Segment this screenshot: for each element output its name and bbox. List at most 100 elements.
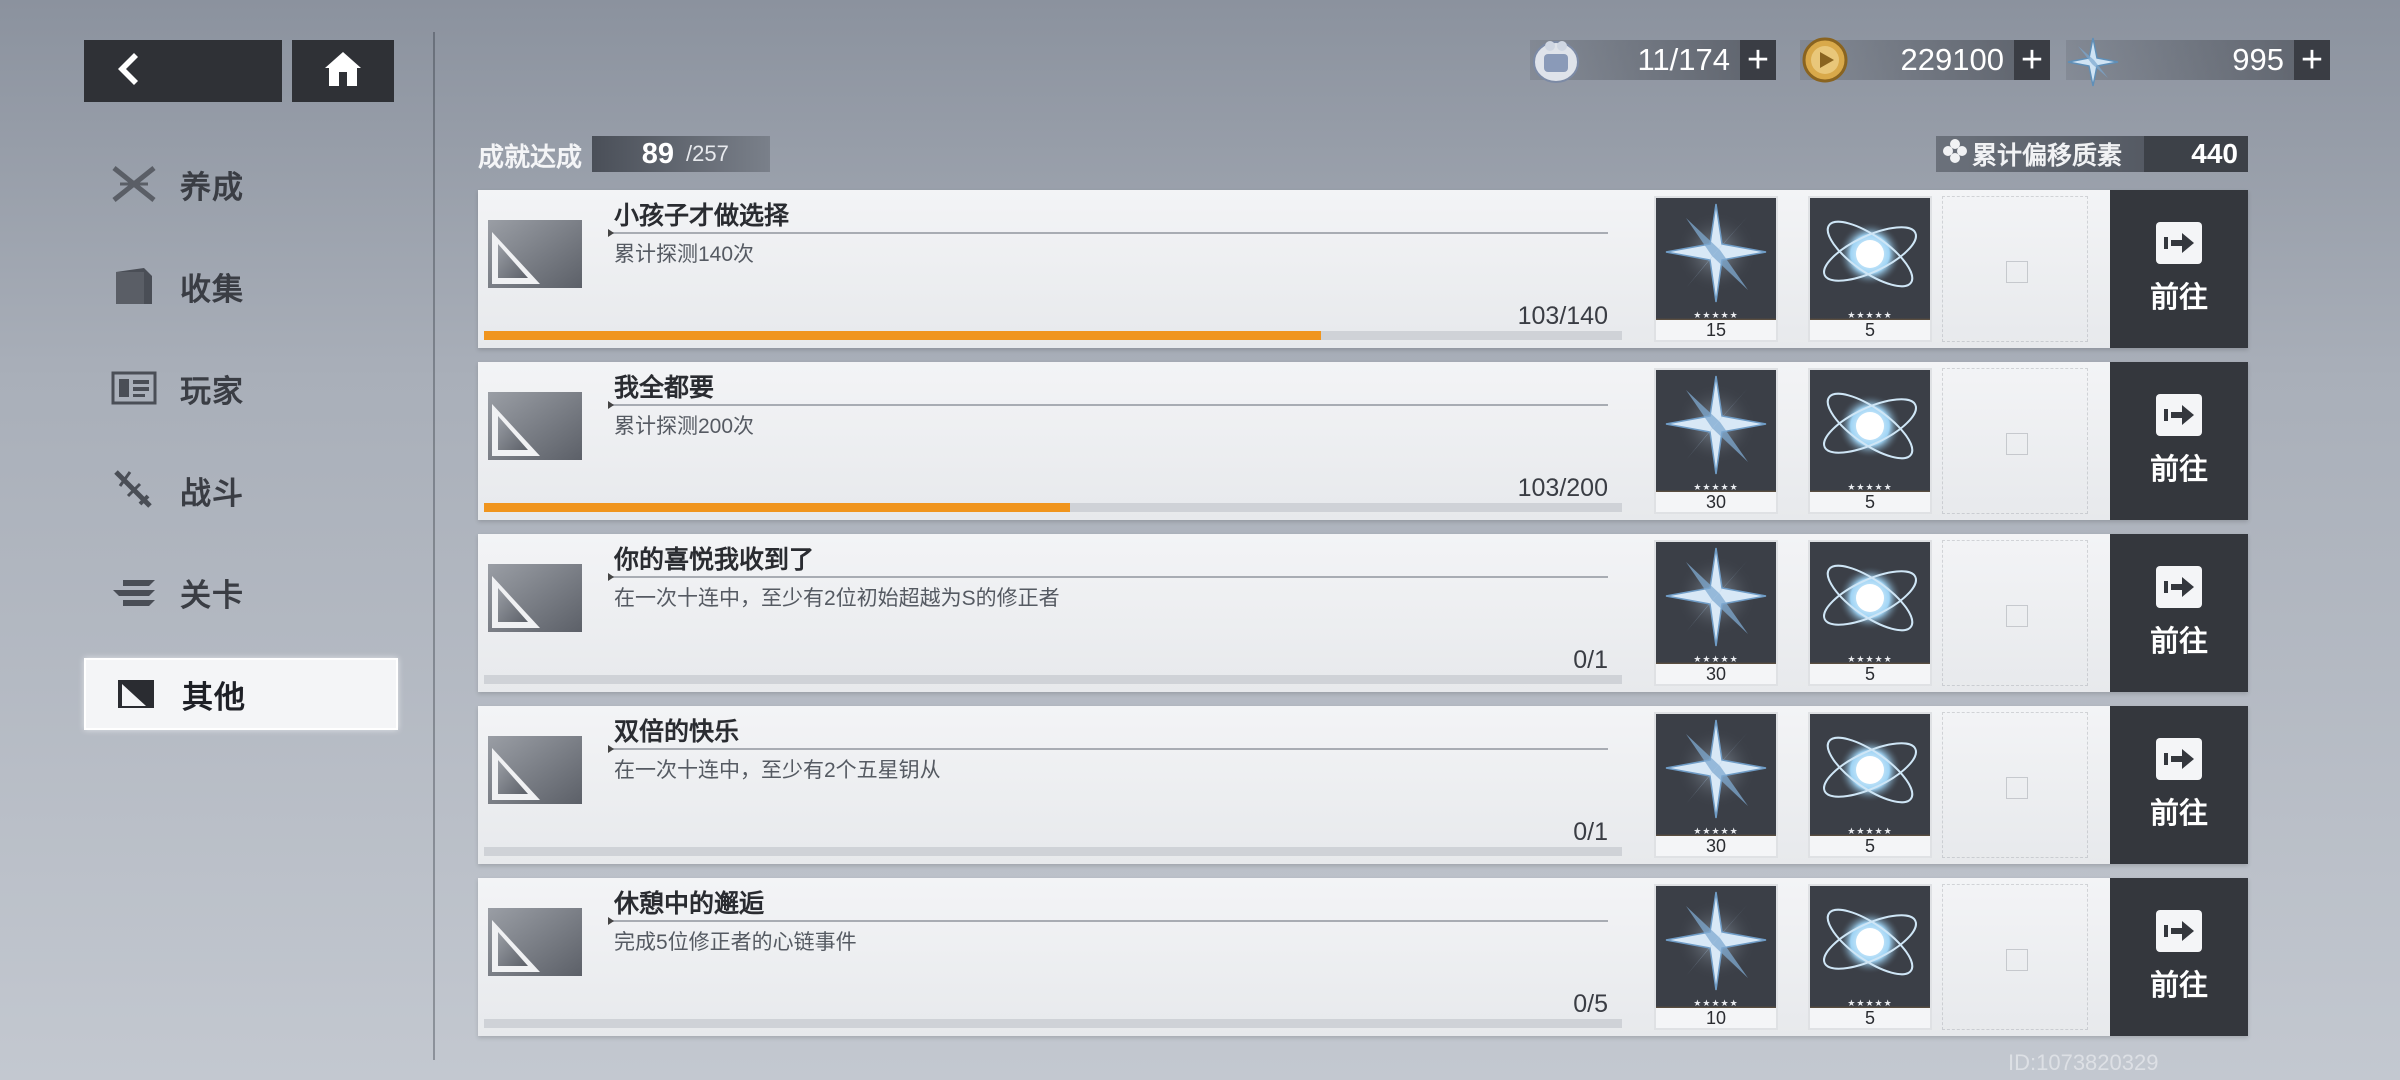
- achievement-row: 休憩中的邂逅 完成5位修正者的心链事件 0/5 ★★★★★ 10 ★★★★★ 5 前往: [478, 878, 2248, 1036]
- empty-reward-slot: [1942, 368, 2088, 514]
- go-button-label: 前往: [2149, 454, 2208, 486]
- offset-value: 440: [2144, 136, 2248, 172]
- coin-resource: 229100 +: [1800, 36, 2050, 84]
- sidebar-item-stage[interactable]: 关卡: [84, 556, 398, 628]
- achievement-desc: 在一次十连中，至少有2位初始超越为S的修正者: [614, 587, 1060, 610]
- progress-text: 103/140: [1517, 302, 1608, 330]
- sidebar: 养成 收集 玩家 战斗 关卡 其他: [84, 148, 398, 760]
- achievement-row: 我全都要累计探测200次 103/200 ★★★★★ 30 ★★★★★ 5 前往: [478, 362, 2248, 520]
- user-id: ID:1073820329: [2008, 1050, 2159, 1075]
- reward-amount: 30: [1656, 492, 1776, 512]
- achievement-count: 89 /257: [592, 136, 770, 172]
- go-button[interactable]: 前往: [2110, 190, 2248, 348]
- achievement-row: 小孩子才做选择 累计探测140次 103/140 ★★★★★ 15 ★★★★★ 5 前往: [478, 190, 2248, 348]
- progress-bar: [484, 675, 1622, 684]
- reward-amount: 5: [1810, 320, 1930, 340]
- sidebar-item-label: 关卡: [180, 577, 244, 613]
- achievement-list: 小孩子才做选择 累计探测140次 103/140 ★★★★★ 15 ★★★★★ 5 前往 我全都…: [478, 190, 2248, 1050]
- sidebar-item-player[interactable]: 玩家: [84, 352, 398, 424]
- reward-orb[interactable]: ★★★★★ 5: [1808, 540, 1932, 686]
- reward-crystal[interactable]: ★★★★★ 30: [1654, 712, 1778, 858]
- achievement-row: 你的喜悦我收到了 在一次十连中，至少有2位初始超越为S的修正者 0/1 ★★★★★ 30…: [478, 534, 2248, 692]
- reward-amount: 15: [1656, 320, 1776, 340]
- achievement-badge-icon: [488, 220, 582, 288]
- reward-amount: 5: [1810, 1008, 1930, 1028]
- achievement-current: 89: [641, 137, 674, 170]
- clover-icon: [1942, 138, 1968, 171]
- arrow-right-icon: [2156, 738, 2202, 780]
- id-card-icon: [108, 362, 160, 414]
- offset-label: 累计偏移质素: [1972, 142, 2123, 170]
- sidebar-item-other[interactable]: 其他: [84, 658, 398, 730]
- arrow-right-icon: [2156, 222, 2202, 264]
- go-button[interactable]: 前往: [2110, 878, 2248, 1036]
- empty-reward-slot: [1942, 712, 2088, 858]
- arrow-right-icon: [2156, 910, 2202, 952]
- reward-amount: 30: [1656, 664, 1776, 684]
- go-button[interactable]: 前往: [2110, 362, 2248, 520]
- crossed-blades-icon: [108, 158, 160, 210]
- chevron-left-icon: [112, 51, 142, 92]
- progress-fill: [484, 503, 1071, 512]
- reward-orb[interactable]: ★★★★★ 5: [1808, 196, 1932, 342]
- progress-text: 103/200: [1517, 474, 1608, 502]
- sidebar-item-label: 战斗: [180, 475, 244, 511]
- sword-icon: [108, 464, 160, 516]
- empty-reward-slot: [1942, 196, 2088, 342]
- reward-amount: 5: [1810, 836, 1930, 856]
- achievement-title: 我全都要: [614, 374, 715, 402]
- achievement-desc: 在一次十连中，至少有2个五星钥从: [614, 759, 941, 782]
- achievement-badge-icon: [488, 908, 582, 976]
- reward-crystal[interactable]: ★★★★★ 30: [1654, 540, 1778, 686]
- reward-crystal[interactable]: ★★★★★ 10: [1654, 884, 1778, 1030]
- go-button[interactable]: 前往: [2110, 706, 2248, 864]
- sidebar-item-label: 玩家: [180, 373, 244, 409]
- achievement-badge-icon: [488, 564, 582, 632]
- home-button[interactable]: [292, 40, 394, 102]
- stamina-icon: [1530, 36, 1582, 89]
- achievement-title: 小孩子才做选择: [614, 202, 790, 230]
- add-coin-button[interactable]: +: [2014, 40, 2050, 80]
- crystal-icon: [2066, 36, 2120, 93]
- sidebar-item-collect[interactable]: 收集: [84, 250, 398, 322]
- sidebar-item-develop[interactable]: 养成: [84, 148, 398, 220]
- sidebar-item-label: 收集: [180, 271, 244, 307]
- corner-icon: [110, 668, 162, 720]
- offset-quality: 累计偏移质素 440: [1936, 136, 2248, 172]
- achievement-total: /257: [686, 141, 729, 166]
- home-icon: [323, 50, 363, 93]
- arrow-right-icon: [2156, 394, 2202, 436]
- reward-amount: 5: [1810, 492, 1930, 512]
- go-button[interactable]: 前往: [2110, 534, 2248, 692]
- go-button-label: 前往: [2149, 282, 2208, 314]
- go-button-label: 前往: [2149, 626, 2208, 658]
- progress-bar: [484, 331, 1622, 340]
- reward-orb[interactable]: ★★★★★ 5: [1808, 368, 1932, 514]
- progress-text: 0/5: [1573, 990, 1608, 1018]
- folder-icon: [108, 260, 160, 312]
- title-divider: [608, 573, 1608, 581]
- progress-fill: [484, 331, 1322, 340]
- reward-amount: 10: [1656, 1008, 1776, 1028]
- add-crystal-button[interactable]: +: [2294, 40, 2330, 80]
- back-button[interactable]: [84, 40, 282, 102]
- sidebar-item-label: 养成: [180, 169, 244, 205]
- achievement-title: 你的喜悦我收到了: [614, 546, 815, 574]
- reward-orb[interactable]: ★★★★★ 5: [1808, 712, 1932, 858]
- title-divider: [608, 917, 1608, 925]
- coin-icon: [1800, 36, 1850, 89]
- achievement-title: 休憩中的邂逅: [614, 890, 765, 918]
- reward-crystal[interactable]: ★★★★★ 30: [1654, 368, 1778, 514]
- reward-amount: 30: [1656, 836, 1776, 856]
- sidebar-item-battle[interactable]: 战斗: [84, 454, 398, 526]
- flag-icon: [108, 566, 160, 618]
- achievement-desc: 累计探测200次: [614, 415, 755, 438]
- go-button-label: 前往: [2149, 970, 2208, 1002]
- progress-bar: [484, 1019, 1622, 1028]
- progress-bar: [484, 503, 1622, 512]
- reward-orb[interactable]: ★★★★★ 5: [1808, 884, 1932, 1030]
- reward-crystal[interactable]: ★★★★★ 15: [1654, 196, 1778, 342]
- add-stamina-button[interactable]: +: [1740, 40, 1776, 80]
- achievement-label: 成就达成: [478, 142, 583, 172]
- achievement-row: 双倍的快乐 在一次十连中，至少有2个五星钥从 0/1 ★★★★★ 30 ★★★★★ 5 前往: [478, 706, 2248, 864]
